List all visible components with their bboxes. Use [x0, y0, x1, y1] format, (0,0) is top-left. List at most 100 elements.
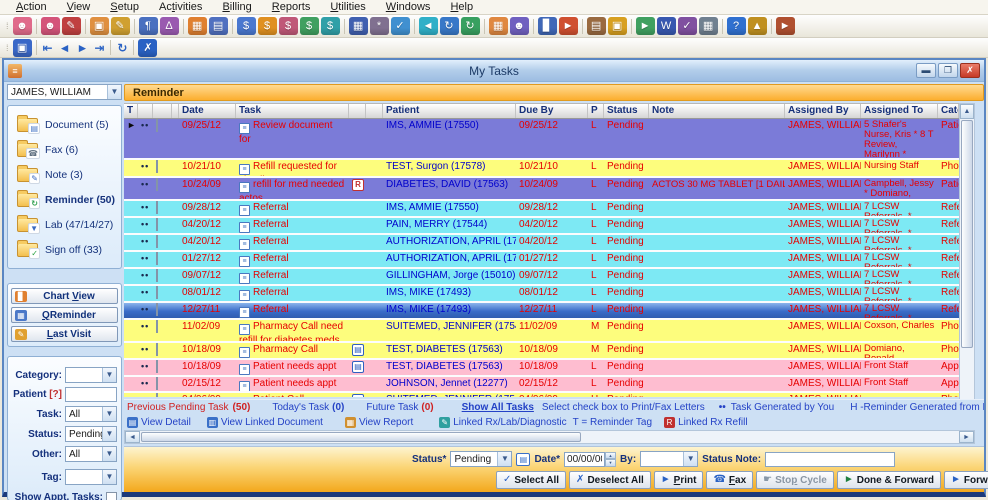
word-letter-icon[interactable]: W	[657, 17, 676, 35]
vertical-scroll-thumb[interactable]	[961, 120, 973, 348]
payments-icon[interactable]: $	[300, 17, 319, 35]
first-record-icon[interactable]: ⇤	[43, 41, 53, 55]
menu-item-utilities[interactable]: Utilities	[320, 1, 375, 14]
row-checkbox[interactable]	[156, 320, 158, 333]
task-row[interactable]: ••01/27/12≡ReferralAUTHORIZATION, APRIL …	[124, 252, 959, 269]
last-record-icon[interactable]: ⇥	[94, 41, 104, 55]
column-header-blank[interactable]	[153, 104, 172, 118]
address-book-icon[interactable]: ▤	[587, 17, 606, 35]
task-row[interactable]: ••04/20/12≡ReferralPAIN, MERRY (17544)04…	[124, 218, 959, 235]
sidebar-item-reminder[interactable]: ↻Reminder (50)	[10, 187, 119, 212]
web-sync-icon[interactable]: ↻	[440, 17, 459, 35]
row-checkbox[interactable]	[156, 393, 158, 397]
row-checkbox[interactable]	[156, 377, 158, 390]
task-row[interactable]: ►••09/25/12≡Review document forIMS, AMMI…	[124, 119, 959, 160]
column-header-Assigned By[interactable]: Assigned By	[785, 104, 861, 118]
chart-view-button[interactable]: ▊Chart View	[11, 288, 118, 304]
appointments-icon[interactable]: ☻	[13, 17, 32, 35]
menu-item-action[interactable]: Action	[6, 1, 57, 14]
restore-button[interactable]: ❐	[938, 63, 958, 78]
close-button[interactable]: ✗	[960, 63, 980, 78]
sidebar-item-note[interactable]: ✎Note (3)	[10, 162, 119, 187]
task-row[interactable]: ••10/18/09≡Pharmacy Call▤TEST, DIABETES …	[124, 343, 959, 360]
column-header-Cate[interactable]: Cate	[938, 104, 959, 118]
legend-item[interactable]: Show All Tasks	[462, 402, 534, 413]
next-record-icon[interactable]: ►	[76, 41, 88, 55]
referral-icon[interactable]: ☻	[510, 17, 529, 35]
patient-accounts-icon[interactable]: $	[279, 17, 298, 35]
help-icon[interactable]: ?	[727, 17, 746, 35]
task-row[interactable]: ••04/06/09≡Patient Call▤SUITEMED, JENNIF…	[124, 393, 959, 397]
task-row[interactable]: ••10/18/09≡Patient needs appt▤TEST, DIAB…	[124, 360, 959, 377]
prev-record-icon[interactable]: ◄	[59, 41, 71, 55]
scroll-up-icon[interactable]: ▲	[960, 104, 974, 119]
column-header-T[interactable]: T	[124, 104, 138, 118]
menu-item-view[interactable]: View	[57, 1, 101, 14]
spin-up-icon[interactable]: ▲	[605, 452, 616, 460]
forward-button[interactable]: ►Forward	[944, 471, 988, 489]
patient-edit-icon[interactable]: ✎	[62, 17, 81, 35]
row-checkbox[interactable]	[156, 235, 158, 248]
column-header-blank[interactable]	[172, 104, 179, 118]
column-header-Status[interactable]: Status	[604, 104, 649, 118]
gold-folder-icon[interactable]: ▣	[608, 17, 627, 35]
column-header-Patient[interactable]: Patient	[383, 104, 516, 118]
column-header-blank[interactable]	[366, 104, 383, 118]
row-checkbox[interactable]	[156, 360, 158, 373]
linked-document-icon[interactable]: ▤	[352, 394, 364, 397]
row-checkbox[interactable]	[156, 201, 158, 214]
progress-notes-icon[interactable]: ✎	[111, 17, 130, 35]
deselect-all-button[interactable]: ✗Deselect All	[569, 471, 651, 489]
row-checkbox[interactable]	[156, 286, 158, 299]
column-header-Assigned To[interactable]: Assigned To	[861, 104, 938, 118]
status-select[interactable]: Pending▼	[65, 426, 117, 442]
minimize-button[interactable]: ▬	[916, 63, 936, 78]
menu-item-billing[interactable]: Billing	[212, 1, 261, 14]
schedule-icon[interactable]: ▦	[188, 17, 207, 35]
task-row[interactable]: ••08/01/12≡ReferralIMS, MIKE (17493)08/0…	[124, 286, 959, 303]
scroll-right-icon[interactable]: ►	[959, 431, 974, 443]
print-button[interactable]: ►Print	[654, 471, 704, 489]
chevron-down-icon[interactable]: ▼	[683, 452, 697, 466]
column-header-Note[interactable]: Note	[649, 104, 785, 118]
menu-item-windows[interactable]: Windows	[376, 1, 441, 14]
chevron-down-icon[interactable]: ▼	[107, 85, 121, 99]
column-header-blank[interactable]	[349, 104, 366, 118]
column-header-Due By[interactable]: Due By	[516, 104, 588, 118]
deposits-icon[interactable]: $	[321, 17, 340, 35]
chevron-down-icon[interactable]: ▼	[102, 470, 116, 484]
tag-select[interactable]: ▼	[65, 469, 117, 485]
chevron-down-icon[interactable]: ▼	[102, 447, 116, 461]
menu-item-reports[interactable]: Reports	[262, 1, 321, 14]
horizontal-scroll-thumb[interactable]	[141, 432, 581, 442]
refresh-icon[interactable]: ↻	[117, 41, 127, 55]
vertical-scrollbar[interactable]: ▲ ▼	[959, 103, 975, 428]
linked-rx-icon[interactable]: R	[352, 179, 364, 191]
office-visit-icon[interactable]: ▤	[209, 17, 228, 35]
done-forward-button[interactable]: ►Done & Forward	[837, 471, 941, 489]
row-checkbox[interactable]	[156, 218, 158, 231]
window-titlebar[interactable]: ≡ My Tasks ▬ ❐ ✗	[4, 60, 984, 82]
footer-date-input[interactable]	[564, 452, 605, 467]
task-row[interactable]: ••10/24/09≡refill for med needed actosRD…	[124, 178, 959, 201]
row-checkbox[interactable]	[156, 303, 158, 316]
folder-export-icon[interactable]: ►	[559, 17, 578, 35]
row-checkbox[interactable]	[156, 160, 158, 173]
document-review-icon[interactable]: ¶	[139, 17, 158, 35]
patient-input[interactable]	[65, 387, 117, 402]
row-checkbox[interactable]	[156, 252, 158, 265]
column-header-blank[interactable]	[138, 104, 153, 118]
spell-check-icon[interactable]: ✓	[678, 17, 697, 35]
provider-select[interactable]: JAMES, WILLIAM ▼	[7, 84, 122, 100]
sidebar-item-lab[interactable]: ▼Lab (47/14/27)	[10, 212, 119, 237]
row-checkbox[interactable]	[156, 269, 158, 282]
task-row[interactable]: ••04/20/12≡ReferralAUTHORIZATION, APRIL …	[124, 235, 959, 252]
close-record-icon[interactable]: ✗	[138, 39, 157, 57]
billing-icon[interactable]: $	[237, 17, 256, 35]
registry-icon[interactable]: ▦	[489, 17, 508, 35]
scroll-left-icon[interactable]: ◄	[125, 431, 140, 443]
web-schedule-icon[interactable]: ↻	[461, 17, 480, 35]
column-header-Date[interactable]: Date	[179, 104, 236, 118]
footer-status-select[interactable]: Pending▼	[450, 451, 512, 467]
claims-icon[interactable]: $	[258, 17, 277, 35]
